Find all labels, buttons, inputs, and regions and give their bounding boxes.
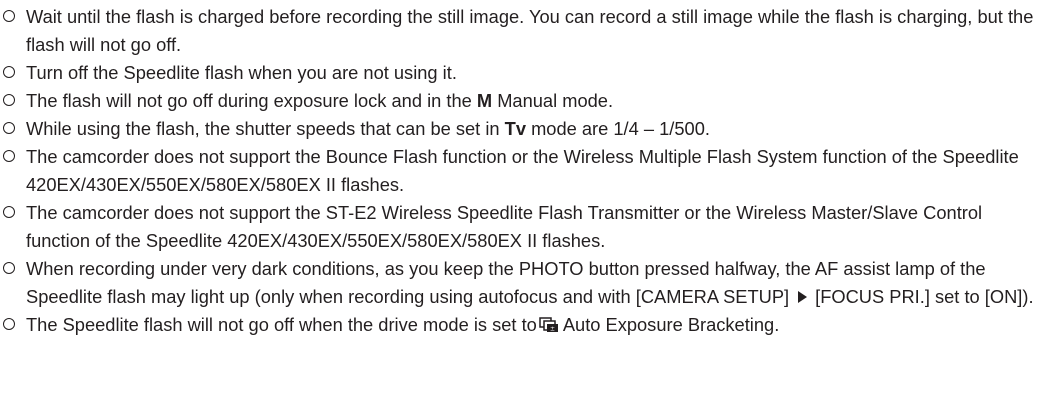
circle-bullet-icon — [3, 317, 15, 330]
circle-bullet-icon — [3, 93, 15, 106]
circle-bullet-icon — [3, 149, 15, 162]
auto-exposure-bracketing-icon: ± — [539, 316, 558, 332]
note-text: The flash will not go off during exposur… — [26, 90, 477, 111]
mode-label: Tv — [504, 118, 526, 139]
note-item: When recording under very dark condition… — [2, 255, 1044, 311]
circle-bullet-icon — [3, 121, 15, 134]
svg-text:±: ± — [550, 325, 555, 332]
circle-bullet-icon — [3, 65, 15, 78]
note-text: Manual mode. — [492, 90, 614, 111]
note-item: The camcorder does not support the Bounc… — [2, 143, 1044, 199]
note-text: mode are 1/4 – 1/500. — [526, 118, 710, 139]
circle-bullet-icon — [3, 261, 15, 274]
mode-label: M — [476, 90, 493, 111]
note-item: While using the flash, the shutter speed… — [2, 115, 1044, 143]
note-text: The camcorder does not support the Bounc… — [26, 146, 1019, 195]
note-item: Turn off the Speedlite flash when you ar… — [2, 59, 1044, 87]
note-text: Wait until the flash is charged before r… — [26, 6, 1034, 55]
right-arrow-icon — [798, 290, 808, 303]
note-text: [FOCUS PRI.] set to [ON]). — [815, 286, 1034, 307]
note-item: The flash will not go off during exposur… — [2, 87, 1044, 115]
note-item: The camcorder does not support the ST-E2… — [2, 199, 1044, 255]
circle-bullet-icon — [3, 205, 15, 218]
notes-list: Wait until the flash is charged before r… — [2, 3, 1044, 339]
note-text: The Speedlite flash will not go off when… — [26, 314, 537, 335]
note-item: The Speedlite flash will not go off when… — [2, 311, 1044, 339]
circle-bullet-icon — [3, 9, 15, 22]
note-text: The camcorder does not support the ST-E2… — [26, 202, 983, 251]
note-item: Wait until the flash is charged before r… — [2, 3, 1044, 59]
note-text: Turn off the Speedlite flash when you ar… — [26, 62, 457, 83]
note-text: While using the flash, the shutter speed… — [26, 118, 505, 139]
note-text: Auto Exposure Bracketing. — [562, 314, 780, 335]
